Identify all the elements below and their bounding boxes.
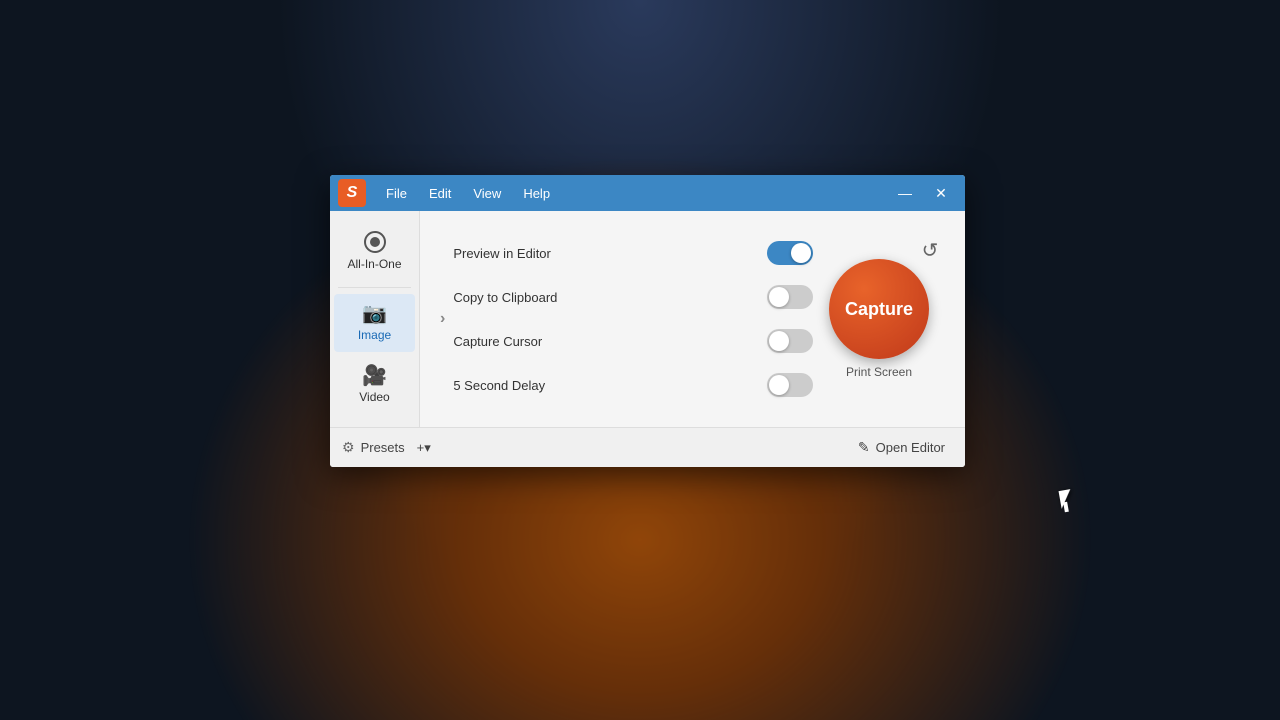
add-preset-button[interactable]: +▾ <box>411 438 437 458</box>
presets-label[interactable]: Presets <box>361 440 405 455</box>
presets-area: ⚙ Presets +▾ <box>342 438 437 458</box>
option-label-copy-to-clipboard: Copy to Clipboard <box>453 290 557 305</box>
toggle-knob-5-second-delay <box>769 375 789 395</box>
window-body: All-In-One 📷 Image 🎥 Video <box>330 211 965 427</box>
title-bar: S File Edit View Help — ✕ <box>330 175 965 211</box>
sidebar-item-image[interactable]: 📷 Image <box>334 294 415 352</box>
image-icon: 📷 <box>362 304 387 324</box>
reset-button[interactable]: ↺ <box>915 235 945 265</box>
toggle-5-second-delay[interactable] <box>767 373 813 397</box>
window-controls: — ✕ <box>889 181 957 205</box>
option-label-capture-cursor: Capture Cursor <box>453 334 542 349</box>
option-row-capture-cursor: Capture Cursor <box>453 323 813 359</box>
option-row-copy-to-clipboard: Copy to Clipboard <box>453 279 813 315</box>
app-logo: S <box>338 179 366 207</box>
close-button[interactable]: ✕ <box>925 181 957 205</box>
sidebar-label-image: Image <box>358 328 391 342</box>
toggle-knob-preview-in-editor <box>791 243 811 263</box>
main-content: › Preview in Editor Copy to Cl <box>420 211 965 427</box>
open-editor-icon: ✎ <box>858 439 870 456</box>
menu-bar: File Edit View Help <box>376 182 885 205</box>
toggle-capture-cursor[interactable] <box>767 329 813 353</box>
open-editor-button[interactable]: ✎ Open Editor <box>850 435 953 460</box>
bottom-bar: ⚙ Presets +▾ ✎ Open Editor <box>330 427 965 467</box>
menu-view[interactable]: View <box>463 182 511 205</box>
sidebar-label-all-in-one: All-In-One <box>347 257 401 271</box>
open-editor-label: Open Editor <box>876 440 945 455</box>
content-row: › Preview in Editor Copy to Cl <box>440 227 945 411</box>
option-label-5-second-delay: 5 Second Delay <box>453 378 545 393</box>
toggle-knob-capture-cursor <box>769 331 789 351</box>
minimize-button[interactable]: — <box>889 181 921 205</box>
all-in-one-icon <box>364 231 386 253</box>
menu-file[interactable]: File <box>376 182 417 205</box>
capture-area: ↺ Capture Print Screen <box>813 235 945 403</box>
option-row-preview-in-editor: Preview in Editor <box>453 235 813 271</box>
menu-edit[interactable]: Edit <box>419 182 461 205</box>
menu-help[interactable]: Help <box>513 182 560 205</box>
capture-shortcut-label: Print Screen <box>846 365 912 379</box>
options-column: Preview in Editor Copy to Clipboard <box>453 235 813 403</box>
gear-icon: ⚙ <box>342 439 355 456</box>
sidebar: All-In-One 📷 Image 🎥 Video <box>330 211 420 427</box>
toggle-knob-copy-to-clipboard <box>769 287 789 307</box>
video-icon: 🎥 <box>362 366 387 386</box>
sidebar-item-all-in-one[interactable]: All-In-One <box>334 221 415 281</box>
sidebar-divider <box>338 287 411 288</box>
option-label-preview-in-editor: Preview in Editor <box>453 246 551 261</box>
expand-chevron[interactable]: › <box>440 235 445 403</box>
capture-button[interactable]: Capture <box>829 259 929 359</box>
toggle-copy-to-clipboard[interactable] <box>767 285 813 309</box>
option-row-5-second-delay: 5 Second Delay <box>453 367 813 403</box>
toggle-preview-in-editor[interactable] <box>767 241 813 265</box>
snagit-window: S File Edit View Help — ✕ All-In-One <box>330 175 965 467</box>
sidebar-label-video: Video <box>359 390 389 404</box>
sidebar-item-video[interactable]: 🎥 Video <box>334 356 415 414</box>
